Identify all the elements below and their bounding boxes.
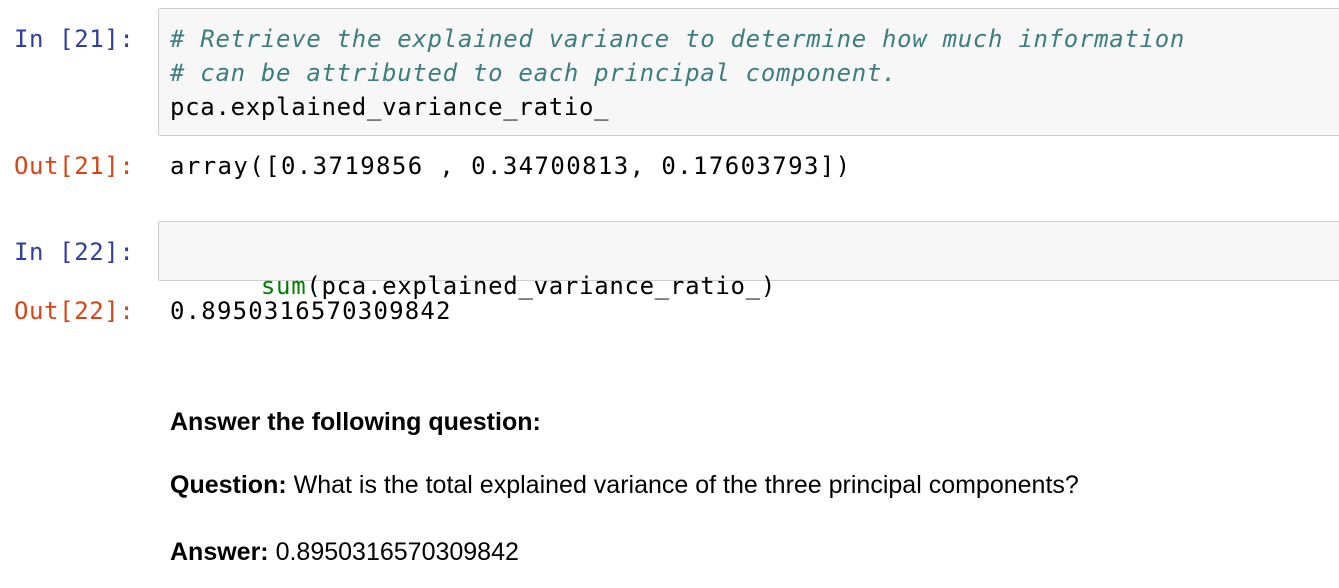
- heading-text: Answer the following question:: [170, 408, 541, 436]
- code-cell-22[interactable]: In [22]: sum(pca.explained_variance_rati…: [0, 215, 1339, 335]
- input-prompt-21: In [21]:: [14, 25, 135, 53]
- markdown-answer: Answer: 0.8950316570309842: [170, 536, 519, 568]
- question-label: Question:: [170, 471, 287, 499]
- answer-text: 0.8950316570309842: [268, 538, 519, 566]
- question-text: What is the total explained variance of …: [286, 471, 1079, 499]
- input-prompt-22: In [22]:: [14, 238, 135, 266]
- code-comment-line-2: # can be attributed to each principal co…: [170, 59, 898, 87]
- cell-output-21: array([0.3719856 , 0.34700813, 0.1760379…: [170, 152, 852, 180]
- code-comment-line-1: # Retrieve the explained variance to det…: [170, 25, 1185, 53]
- code-cell-21[interactable]: In [21]: # Retrieve the explained varian…: [0, 0, 1339, 200]
- markdown-heading: Answer the following question:: [170, 406, 541, 438]
- code-input-22[interactable]: sum(pca.explained_variance_ratio_): [158, 221, 1339, 300]
- output-prompt-21: Out[21]:: [14, 152, 135, 180]
- markdown-question: Question: What is the total explained va…: [170, 469, 1079, 501]
- output-prompt-22: Out[22]:: [14, 297, 135, 325]
- code-input-21[interactable]: # Retrieve the explained variance to det…: [158, 8, 1339, 136]
- answer-label: Answer:: [170, 538, 269, 566]
- cell-output-22: 0.8950316570309842: [170, 297, 452, 325]
- code-line-3: pca.explained_variance_ratio_: [170, 93, 610, 121]
